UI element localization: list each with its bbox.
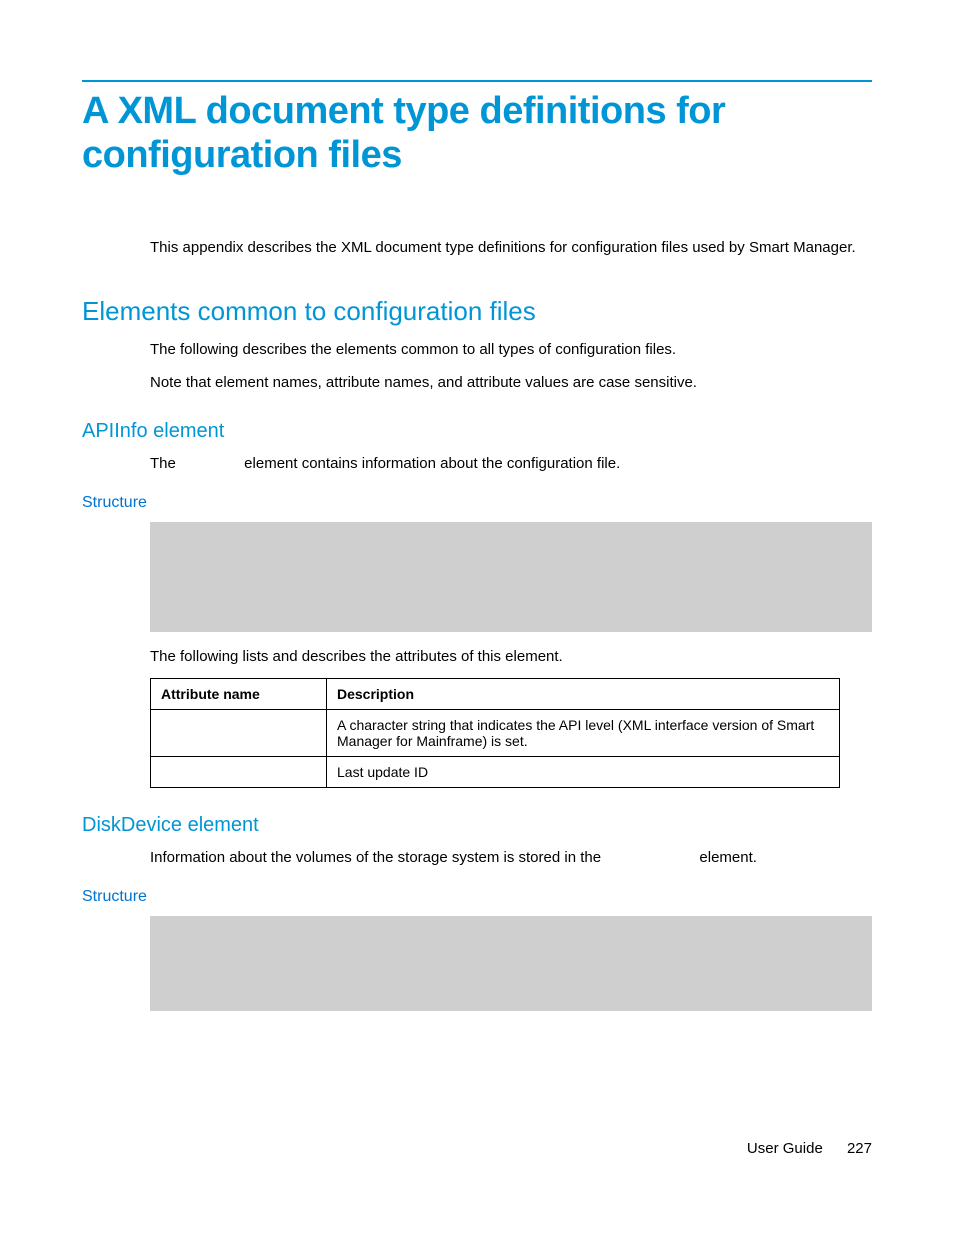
section-heading-elements-common: Elements common to configuration files — [82, 296, 872, 327]
section1-p1: The following describes the elements com… — [150, 339, 872, 362]
apiinfo-sentence-pre: The — [150, 455, 180, 472]
code-block-diskdevice — [150, 916, 872, 1011]
footer-label: User Guide — [747, 1140, 823, 1157]
cell-attr-name — [151, 757, 327, 788]
apiinfo-attr-table: Attribute name Description A character s… — [150, 678, 840, 788]
page-number: 227 — [847, 1140, 872, 1157]
cell-attr-desc: A character string that indicates the AP… — [327, 710, 840, 757]
table-row: A character string that indicates the AP… — [151, 710, 840, 757]
cell-attr-name — [151, 710, 327, 757]
apiinfo-sentence-post: element contains information about the c… — [240, 455, 620, 472]
structure-label-1: Structure — [82, 494, 872, 512]
code-block-apiinfo — [150, 522, 872, 632]
th-attribute-name: Attribute name — [151, 679, 327, 710]
attr-intro: The following lists and describes the at… — [150, 646, 872, 669]
structure-label-2: Structure — [82, 888, 872, 906]
section1-p2: Note that element names, attribute names… — [150, 372, 872, 395]
subheading-diskdevice: DiskDevice element — [82, 814, 872, 837]
diskdevice-sentence: Information about the volumes of the sto… — [150, 847, 872, 870]
diskdevice-sentence-post: element. — [695, 849, 757, 866]
table-header-row: Attribute name Description — [151, 679, 840, 710]
th-description: Description — [327, 679, 840, 710]
top-rule — [82, 80, 872, 82]
cell-attr-desc: Last update ID — [327, 757, 840, 788]
table-row: Last update ID — [151, 757, 840, 788]
diskdevice-sentence-pre: Information about the volumes of the sto… — [150, 849, 605, 866]
subheading-apiinfo: APIInfo element — [82, 420, 872, 443]
apiinfo-sentence: The element contains information about t… — [150, 453, 872, 476]
page-title: A XML document type definitions for conf… — [82, 90, 872, 177]
intro-paragraph: This appendix describes the XML document… — [150, 237, 872, 258]
page-footer: User Guide 227 — [747, 1140, 872, 1157]
